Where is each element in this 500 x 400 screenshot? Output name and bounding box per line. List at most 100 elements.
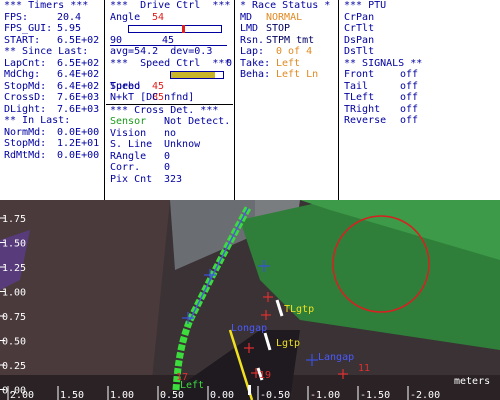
since-value: 7.6E+03 bbox=[57, 103, 100, 115]
cross-label: Vision bbox=[110, 127, 147, 139]
avg-dev-readout: avg=54.2 dev=0.3 bbox=[110, 46, 213, 57]
race-status-section: * Race Status * MD NORMAL LMD STOP Rsn. STP… bbox=[236, 0, 337, 200]
race-label: Beha: bbox=[240, 69, 271, 80]
signals-header: ** SIGNALS ** bbox=[344, 57, 423, 69]
telemetry-panel: *** Timers *** FPS: 20.4 FPS_GUI: 5.95 STA… bbox=[0, 0, 500, 200]
annotation-19: 19 bbox=[259, 370, 271, 381]
signal-value: off bbox=[400, 92, 419, 103]
timer-value: 20.4 bbox=[57, 11, 82, 23]
x-tick-label: 2.00 bbox=[10, 390, 34, 400]
race-label: Rsn. bbox=[240, 34, 265, 46]
camera-overlay: TLgtp Lgtp Longap Langap Left 17 19 11 1… bbox=[0, 200, 500, 400]
y-tick-label: 0.25 bbox=[2, 361, 26, 372]
camera-view: TLgtp Lgtp Longap Langap Left 17 19 11 1… bbox=[0, 200, 500, 400]
ptu-item: DsPan bbox=[344, 34, 375, 46]
cross-value: Unknow bbox=[164, 139, 201, 150]
race-label: Take: bbox=[240, 57, 271, 69]
annotation-longap: Longap bbox=[231, 323, 267, 334]
angle-value: 54 bbox=[152, 11, 165, 23]
drive-header: *** Drive Ctrl *** bbox=[110, 0, 231, 11]
cross-value: 0 bbox=[164, 150, 171, 162]
column-divider bbox=[104, 0, 105, 200]
signal-label: Reverse bbox=[344, 115, 387, 126]
angle-scale-mid: 45 bbox=[162, 34, 175, 46]
timer-value: 6.5E+02 bbox=[57, 34, 100, 46]
cross-label: Sensor bbox=[110, 116, 147, 127]
cross-value: 323 bbox=[164, 173, 183, 185]
speed-header: *** Speed Ctrl *** bbox=[110, 57, 231, 69]
annotation-langap: Langap bbox=[318, 352, 354, 363]
ptu-item: DsTlt bbox=[344, 46, 375, 57]
column-divider bbox=[338, 0, 339, 200]
annotation-tlgtp: TLgtp bbox=[284, 304, 314, 315]
angle-marker bbox=[182, 25, 186, 33]
in-last-label: NormMd: bbox=[4, 126, 47, 138]
race-mode-value: NORMAL bbox=[266, 11, 303, 23]
y-tick-label: 1.25 bbox=[2, 263, 26, 274]
y-tick-label: 1.00 bbox=[2, 288, 26, 299]
in-last-label: RdMtMd: bbox=[4, 149, 47, 161]
cross-header: *** Cross Det. *** bbox=[110, 104, 219, 116]
signal-value: off bbox=[400, 80, 419, 92]
timers-section: *** Timers *** FPS: 20.4 FPS_GUI: 5.95 STA… bbox=[0, 0, 104, 200]
cross-label: S. Line bbox=[110, 139, 153, 150]
in-last-value: 0.0E+00 bbox=[57, 126, 100, 138]
cross-label: Pix Cnt bbox=[110, 173, 153, 185]
y-tick-label: 0.50 bbox=[2, 337, 26, 348]
race-behavior-value: Left Ln bbox=[276, 69, 319, 80]
signal-value: off bbox=[400, 69, 419, 80]
column-divider bbox=[234, 0, 235, 200]
race-label: LMD bbox=[240, 23, 259, 34]
since-label: MdChg: bbox=[4, 69, 41, 80]
x-tick-label: 1.00 bbox=[110, 390, 134, 400]
annotation-lgtp: Lgtp bbox=[276, 338, 300, 349]
speed-row: Speed 85 bbox=[106, 69, 233, 103]
y-tick-label: 0.75 bbox=[2, 312, 26, 323]
signal-label: TRight bbox=[344, 103, 381, 115]
race-label: Lap: bbox=[240, 46, 265, 57]
since-label: DLight: bbox=[4, 103, 47, 115]
since-label: CrossD: bbox=[4, 92, 47, 103]
since-value: 6.5E+02 bbox=[57, 57, 100, 69]
signal-label: TLeft bbox=[344, 92, 375, 103]
in-last-value: 0.0E+00 bbox=[57, 149, 100, 161]
turbo-label: Turbo bbox=[110, 80, 141, 92]
x-tick-label: -1.00 bbox=[310, 390, 340, 400]
ptu-signals-section: *** PTU CrPan CrTlt DsPan DsTlt ** SIGNA… bbox=[340, 0, 500, 200]
race-lmd-value: STOP bbox=[266, 23, 291, 34]
x-axis-unit: meters bbox=[454, 376, 490, 387]
timer-label: FPS_GUI: bbox=[4, 23, 53, 34]
light-blob bbox=[248, 385, 251, 395]
race-lap-value: 0 of 4 bbox=[276, 46, 313, 57]
cross-label: RAngle bbox=[110, 150, 147, 162]
since-label: StopMd: bbox=[4, 80, 47, 92]
timer-label: START: bbox=[4, 34, 41, 46]
angle-gauge-row: 90 0 bbox=[106, 23, 233, 69]
since-value: 7.6E+03 bbox=[57, 92, 100, 103]
angle-gauge bbox=[128, 25, 222, 33]
signal-value: off bbox=[400, 103, 419, 115]
x-tick-label: -0.50 bbox=[260, 390, 290, 400]
signal-label: Tail bbox=[344, 80, 369, 92]
drive-control-section: *** Drive Ctrl *** Angle 54 90 0 45 avg=5… bbox=[106, 0, 233, 200]
since-header: ** Since Last: bbox=[4, 46, 89, 57]
race-header: * Race Status * bbox=[240, 0, 331, 11]
speed-gauge bbox=[170, 71, 224, 79]
cross-value: no bbox=[164, 127, 177, 139]
annotation-11: 11 bbox=[358, 363, 370, 374]
ptu-header: *** PTU bbox=[344, 0, 387, 11]
since-value: 6.4E+02 bbox=[57, 69, 100, 80]
timer-value: 5.95 bbox=[57, 23, 82, 34]
signal-value: off bbox=[400, 115, 419, 126]
since-label: LapCnt: bbox=[4, 57, 47, 69]
speed-gauge-fill bbox=[171, 72, 216, 78]
timer-label: FPS: bbox=[4, 11, 29, 23]
y-tick-label: 1.75 bbox=[2, 214, 26, 225]
x-tick-label: -2.00 bbox=[410, 390, 440, 400]
signal-label: Front bbox=[344, 69, 375, 80]
since-value: 6.4E+02 bbox=[57, 80, 100, 92]
race-label: MD bbox=[240, 11, 253, 23]
annotation-17: 17 bbox=[176, 372, 188, 383]
in-last-label: StopMd: bbox=[4, 138, 47, 149]
cross-value: Not Detect. bbox=[164, 116, 231, 127]
